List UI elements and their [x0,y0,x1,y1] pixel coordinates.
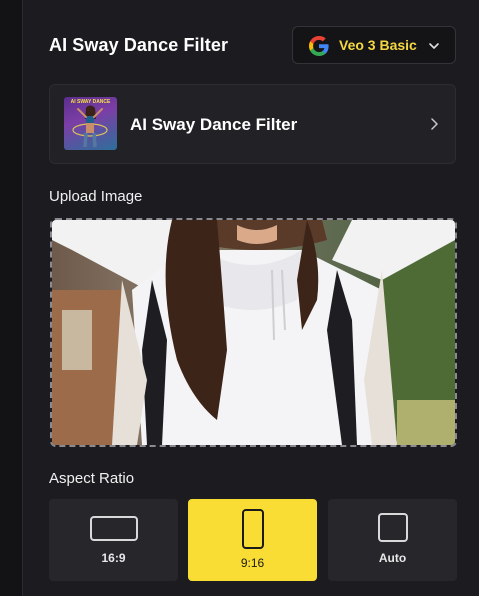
landscape-ratio-icon [90,516,138,541]
uploaded-image-preview [52,220,455,445]
square-ratio-icon [378,513,408,542]
aspect-ratio-auto-label: Auto [378,551,407,565]
filter-name: AI Sway Dance Filter [130,115,298,134]
aspect-ratio-label: Aspect Ratio [49,470,135,487]
aspect-ratio-16-9-label: 16:9 [101,551,126,565]
google-g-icon [309,36,329,56]
aspect-ratio-options: 16:9 9:16 Auto [49,499,457,581]
filter-settings-panel: AI Sway Dance Filter Veo 3 Basic AI SWAY… [22,0,479,596]
model-selector-button[interactable]: Veo 3 Basic [292,26,456,64]
filter-thumbnail: AI SWAY DANCE [64,97,117,150]
dancer-figure-image [72,105,108,148]
aspect-ratio-9-16-button[interactable]: 9:16 [188,499,317,581]
left-gutter [0,0,22,596]
aspect-ratio-16-9-button[interactable]: 16:9 [49,499,178,581]
model-selector-label: Veo 3 Basic [339,37,417,53]
aspect-ratio-9-16-label: 9:16 [240,556,265,570]
chevron-right-icon [431,118,438,130]
upload-image-label: Upload Image [49,188,143,205]
page-title: AI Sway Dance Filter [49,35,229,55]
filter-card[interactable]: AI SWAY DANCE AI Sway Dance Filter [49,84,456,164]
chevron-down-icon [429,43,439,49]
portrait-ratio-icon [242,509,264,549]
aspect-ratio-auto-button[interactable]: Auto [328,499,457,581]
upload-image-dropzone[interactable] [50,218,457,447]
